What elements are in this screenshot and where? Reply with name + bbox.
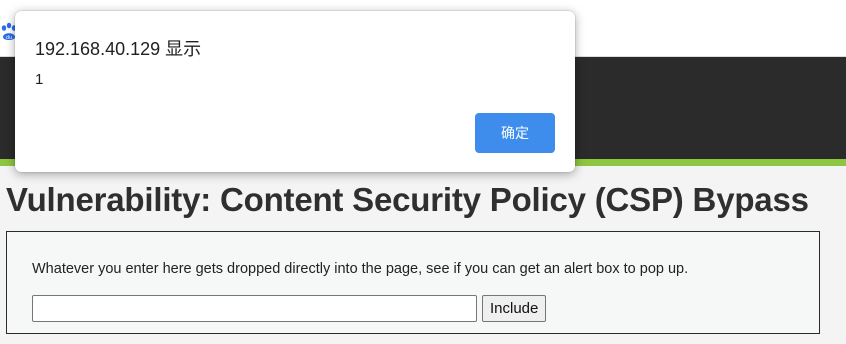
instructions-text: Whatever you enter here gets dropped dir… [32, 261, 689, 277]
include-input[interactable] [32, 295, 477, 322]
vulnerability-box: Whatever you enter here gets dropped dir… [6, 231, 820, 334]
alert-message: 1 [35, 71, 44, 88]
page-title: Vulnerability: Content Security Policy (… [6, 181, 809, 218]
svg-text:du: du [6, 35, 12, 41]
browser-tab-strip [0, 0, 846, 10]
alert-dialog: 192.168.40.129 显示 1 确定 [15, 11, 575, 172]
include-button[interactable]: Include [482, 295, 547, 322]
alert-title: 192.168.40.129 显示 [35, 39, 202, 59]
alert-ok-button[interactable]: 确定 [475, 113, 555, 153]
